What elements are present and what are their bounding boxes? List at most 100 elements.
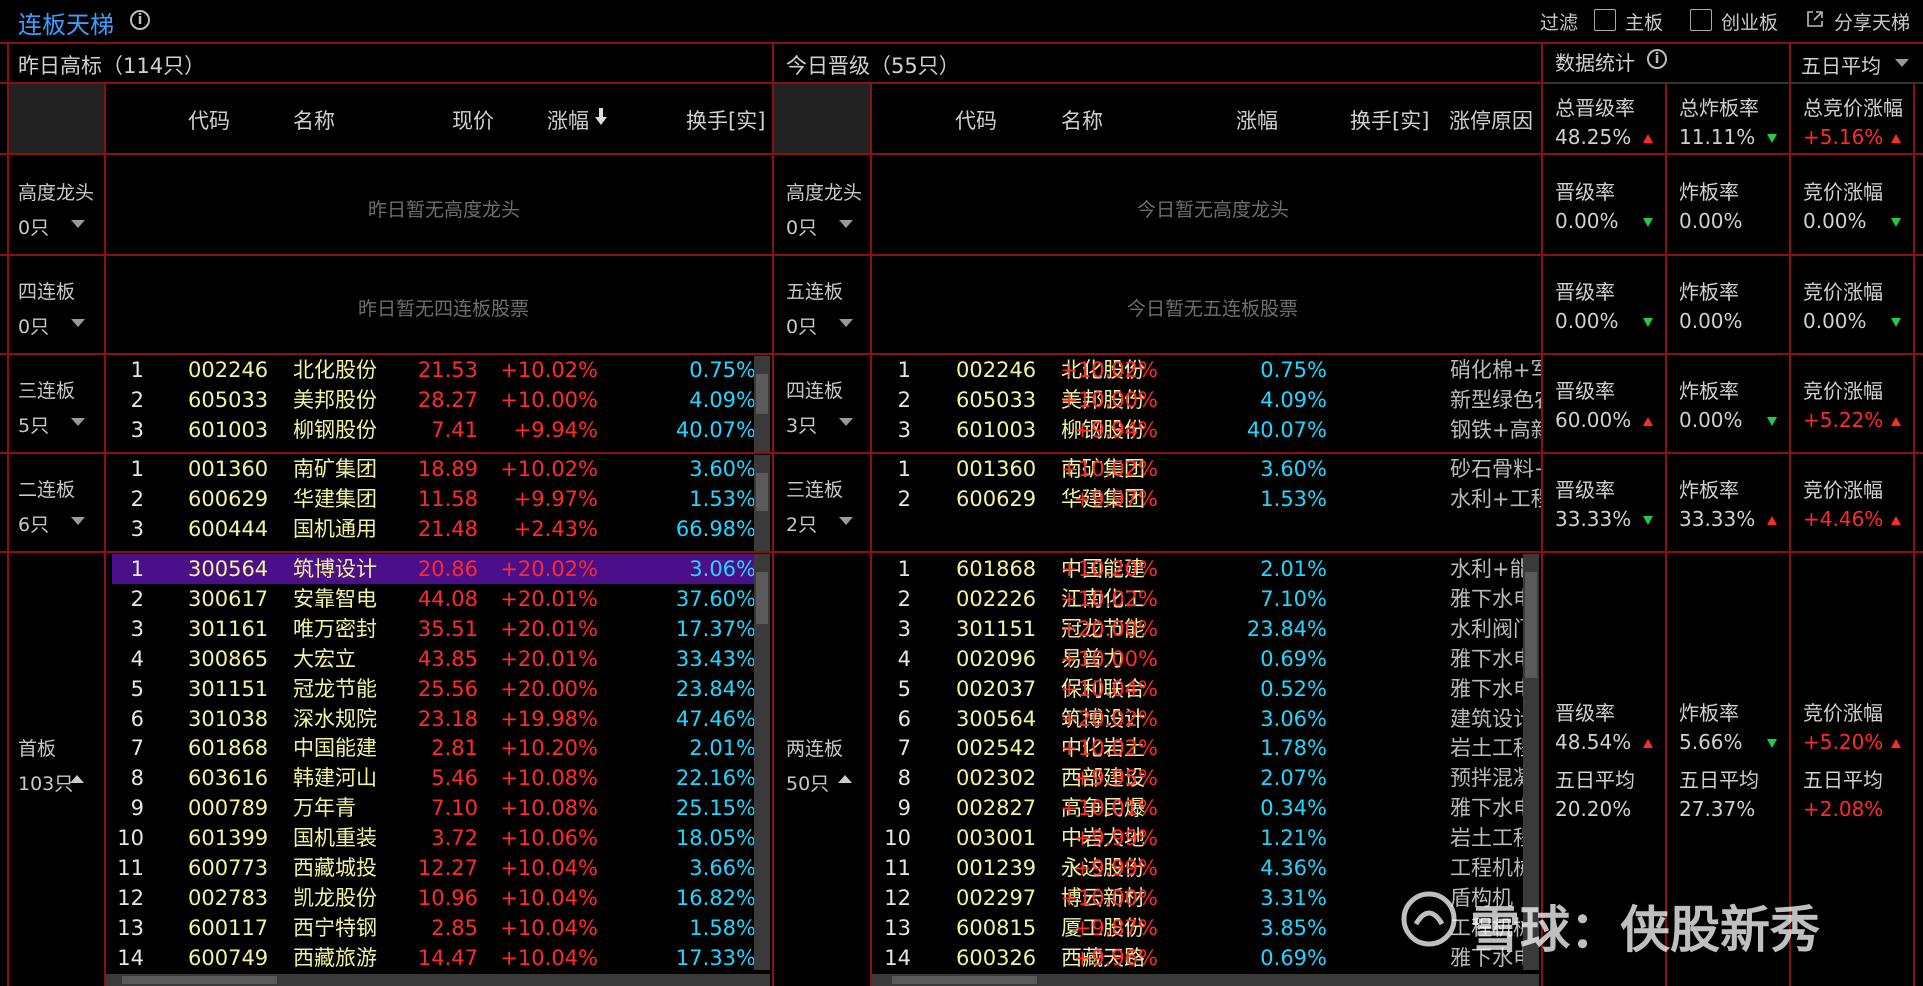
chevron-up-icon[interactable]	[70, 775, 84, 783]
table-row[interactable]: 5 301151 冠龙节能 25.56 +20.00% 23.84%	[112, 674, 754, 704]
stock-code: 600749	[188, 945, 269, 970]
chevron-down-icon[interactable]	[839, 517, 853, 525]
info-icon[interactable]: i	[130, 10, 150, 30]
col-change[interactable]: 涨幅	[1236, 105, 1278, 135]
chevron-down-icon[interactable]	[71, 517, 85, 525]
table-row[interactable]: 2 600629 华建集团 11.58 +9.97% 1.53%	[112, 484, 754, 514]
scrollbar-thumb[interactable]	[756, 374, 768, 414]
group-count-2board[interactable]: 50只	[786, 769, 829, 796]
table-row[interactable]: 3 600444 国机通用 21.48 +2.43% 66.98%	[112, 514, 754, 544]
col-code[interactable]: 代码	[955, 105, 997, 135]
group-count-leader[interactable]: 0只	[786, 213, 817, 240]
table-row[interactable]: 2600629华建集团+9.97%1.53%水利+工程	[880, 484, 1541, 514]
auction-gain-value: +5.22%	[1803, 408, 1884, 432]
table-row[interactable]: 8 002302 西部建设 +9.95% 2.07% 预拌混凝	[880, 763, 1541, 793]
chevron-down-icon[interactable]	[839, 319, 853, 327]
group-count-3board[interactable]: 5只	[18, 411, 49, 438]
divider	[1789, 42, 1791, 986]
horizontal-scrollbar-thumb[interactable]	[892, 976, 1037, 984]
col-name[interactable]: 名称	[1061, 105, 1103, 135]
col-code[interactable]: 代码	[188, 105, 230, 135]
period-select[interactable]: 五日平均	[1801, 50, 1881, 79]
table-row[interactable]: 2 002226 江南化工 +10.02% 7.10% 雅下水电	[880, 584, 1541, 614]
table-row[interactable]: 6 301038 深水规院 23.18 +19.98% 47.46%	[112, 704, 754, 734]
group-count-4board[interactable]: 0只	[18, 312, 49, 339]
table-row[interactable]: 9 002827 高争民爆 +10.01% 0.34% 雅下水电	[880, 793, 1541, 823]
group-count-first[interactable]: 103只	[18, 769, 73, 796]
row-index: 6	[130, 706, 144, 731]
share-icon[interactable]	[1805, 9, 1825, 29]
info-icon[interactable]: i	[1647, 49, 1667, 69]
table-row[interactable]: 4 002096 易普力 +10.00% 0.69% 雅下水电	[880, 644, 1541, 674]
table-row[interactable]: 3 601003 柳钢股份 7.41 +9.94% 40.07%	[112, 415, 754, 445]
table-row[interactable]: 7 601868 中国能建 2.81 +10.20% 2.01%	[112, 733, 754, 763]
scrollbar-thumb[interactable]	[1525, 572, 1537, 678]
col-name[interactable]: 名称	[293, 105, 335, 135]
group-count-leader[interactable]: 0只	[18, 213, 49, 240]
col-turnover[interactable]: 换手[实]	[1350, 105, 1429, 135]
stock-code: 000789	[188, 796, 269, 821]
divider	[0, 82, 1541, 84]
stock-code: 600629	[188, 486, 269, 511]
table-row[interactable]: 4 300865 大宏立 43.85 +20.01% 33.43%	[112, 644, 754, 674]
table-row[interactable]: 1 300564 筑博设计 20.86 +20.02% 3.06%	[112, 554, 754, 584]
col-reason[interactable]: 涨停原因	[1449, 105, 1533, 135]
table-row[interactable]: 10 601399 国机重装 3.72 +10.06% 18.05%	[112, 823, 754, 853]
table-row[interactable]: 1 001360 南矿集团 18.89 +10.02% 3.60%	[112, 454, 754, 484]
share-button[interactable]: 分享天梯	[1834, 8, 1910, 35]
turnover-pct: 4.36%	[1260, 856, 1327, 880]
table-row[interactable]: 6 300564 筑博设计 +20.02% 3.06% 建筑设计	[880, 704, 1541, 734]
scrollbar-thumb[interactable]	[756, 572, 768, 624]
table-row[interactable]: 1 002246 北化股份 21.53 +10.02% 0.75%	[112, 355, 754, 385]
table-row[interactable]: 5 002037 保利联合 +10.04% 0.52% 雅下水电	[880, 674, 1541, 704]
growth-board-checkbox[interactable]	[1690, 9, 1712, 31]
group-count-2board[interactable]: 6只	[18, 510, 49, 537]
table-row[interactable]: 12 002783 凯龙股份 10.96 +10.04% 16.82%	[112, 883, 754, 913]
table-row[interactable]: 3 301151 冠龙节能 +20.00% 23.84% 水利阀门	[880, 614, 1541, 644]
row-index: 14	[884, 945, 911, 970]
table-row[interactable]: 11 600773 西藏城投 12.27 +10.04% 3.66%	[112, 853, 754, 883]
table-row[interactable]: 2 300617 安靠智电 44.08 +20.01% 37.60%	[112, 584, 754, 614]
main-board-checkbox[interactable]	[1594, 9, 1616, 31]
table-row[interactable]: 3601003柳钢股份+9.94%40.07%钢铁+高新	[880, 415, 1541, 445]
table-row[interactable]: 2605033美邦股份+10.00%4.09%新型绿色农	[880, 385, 1541, 415]
divider	[0, 42, 1923, 44]
growth-board-label[interactable]: 创业板	[1721, 8, 1778, 35]
table-row[interactable]: 7 002542 中化岩土 +10.02% 1.78% 岩土工程	[880, 733, 1541, 763]
group-count-3board[interactable]: 2只	[786, 510, 817, 537]
table-row[interactable]: 11 001239 永达股份 +9.99% 4.36% 工程机械	[880, 853, 1541, 883]
stock-code: 001360	[956, 457, 1037, 481]
turnover-pct: 40.07%	[675, 417, 754, 442]
chevron-down-icon[interactable]	[839, 220, 853, 228]
table-row[interactable]: 9 000789 万年青 7.10 +10.08% 25.15%	[112, 793, 754, 823]
chevron-down-icon[interactable]	[71, 220, 85, 228]
table-row[interactable]: 3 301161 唯万密封 35.51 +20.01% 17.37%	[112, 614, 754, 644]
table-row[interactable]: 1001360南矿集团+10.02%3.60%砂石骨料+	[880, 454, 1541, 484]
change-pct: +10.04%	[500, 915, 598, 940]
col-price[interactable]: 现价	[452, 105, 494, 135]
sort-desc-icon[interactable]	[594, 108, 608, 126]
table-row[interactable]: 10 003001 中岩大地 +9.99% 1.21% 岩土工程	[880, 823, 1541, 853]
chevron-up-icon[interactable]	[838, 775, 852, 783]
scrollbar-thumb[interactable]	[756, 473, 768, 511]
table-row[interactable]: 2 605033 美邦股份 28.27 +10.00% 4.09%	[112, 385, 754, 415]
arrow-down-icon	[1643, 318, 1653, 327]
table-row[interactable]: 1 601868 中国能建 +10.20% 2.01% 水利+能	[880, 554, 1541, 584]
chevron-down-icon[interactable]	[71, 418, 85, 426]
group-count-5board[interactable]: 0只	[786, 312, 817, 339]
group-count-4board[interactable]: 3只	[786, 411, 817, 438]
table-row[interactable]: 1002246北化股份+10.02%0.75%硝化棉+军	[880, 355, 1541, 385]
chevron-down-icon[interactable]	[1895, 59, 1909, 67]
table-row[interactable]: 8 603616 韩建河山 5.46 +10.08% 22.16%	[112, 763, 754, 793]
table-row[interactable]: 13 600117 西宁特钢 2.85 +10.04% 1.58%	[112, 913, 754, 943]
horizontal-scrollbar-thumb[interactable]	[122, 976, 277, 984]
change-pct: +9.87%	[1073, 915, 1158, 940]
table-row[interactable]: 14 600749 西藏旅游 14.47 +10.04% 17.33%	[112, 943, 754, 973]
col-change[interactable]: 涨幅	[547, 105, 589, 135]
row-index: 12	[884, 885, 911, 910]
chevron-down-icon[interactable]	[71, 319, 85, 327]
row-index: 11	[884, 856, 911, 880]
col-turnover[interactable]: 换手[实]	[686, 105, 765, 135]
main-board-label[interactable]: 主板	[1625, 8, 1663, 35]
chevron-down-icon[interactable]	[839, 418, 853, 426]
